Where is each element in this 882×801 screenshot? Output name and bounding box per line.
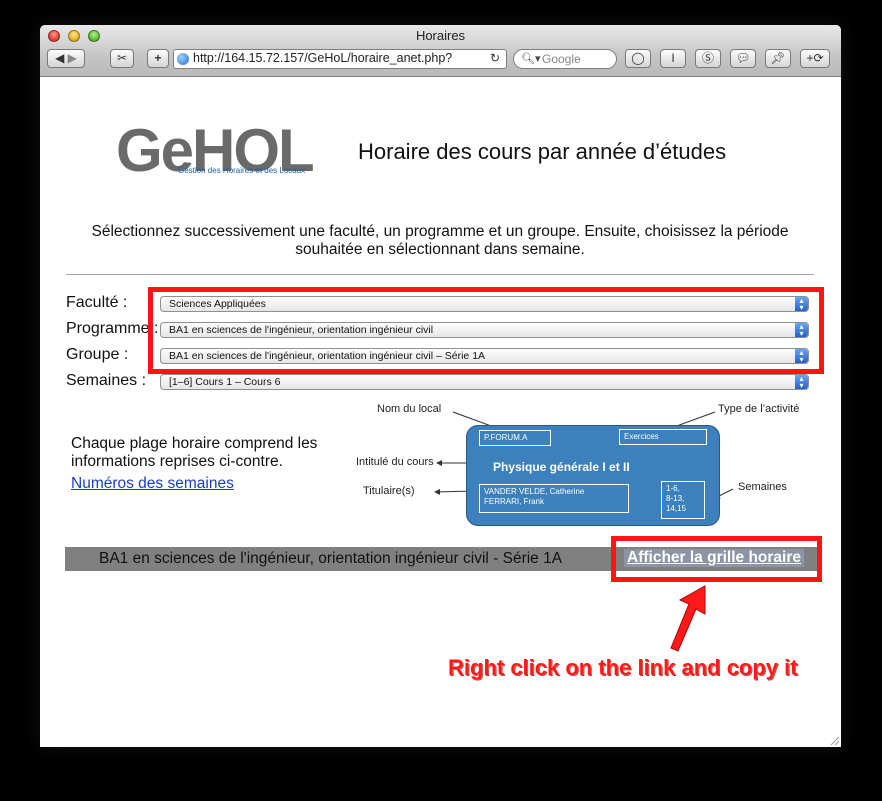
gehol-logo: GeHOL Gestion des Horaires et des Locaux: [116, 120, 316, 182]
logo-subtitle: Gestion des Horaires et des Locaux: [178, 166, 306, 175]
sample-local: P.FORUM.A: [479, 430, 551, 446]
globe-icon: [177, 53, 189, 65]
label-intitule: Intitulé du cours: [356, 456, 434, 468]
bookmarklet-o-icon: ◯: [631, 51, 645, 65]
add-bookmark-icon: +: [154, 51, 162, 65]
resize-grip-icon[interactable]: [829, 735, 839, 745]
bookmarklet-o-button[interactable]: ◯: [625, 49, 651, 68]
highlight-box-link: [611, 536, 822, 582]
page-content: GeHOL Gestion des Horaires et des Locaux…: [40, 77, 841, 747]
search-placeholder: Google: [542, 52, 581, 66]
groupe-label: Groupe :: [66, 346, 129, 363]
sample-teachers: VANDER VELDE, Catherine FERRARI, Frank: [479, 484, 629, 513]
highlight-box-selects: [148, 287, 824, 374]
sample-teacher-2: FERRARI, Frank: [484, 497, 545, 506]
search-field[interactable]: 🔍︎▾ Google: [513, 49, 617, 69]
timeslot-legend-diagram: Nom du local Type de l’activité Intitulé…: [353, 403, 813, 529]
snippet-icon: ✂: [116, 51, 128, 65]
annotation-text: Right click on the link and copy it: [448, 655, 798, 680]
weeks-numbers-link[interactable]: Numéros des semaines: [71, 475, 234, 493]
selected-group-text: BA1 en sciences de l'ingénieur, orientat…: [99, 550, 563, 567]
forward-icon[interactable]: ▶: [68, 51, 77, 65]
page-title: Horaire des cours par année d’études: [358, 139, 727, 164]
red-arrow-icon: [670, 585, 706, 652]
sample-activity-type: Exercices: [619, 429, 707, 445]
sample-teacher-1: VANDER VELDE, Catherine: [484, 487, 585, 496]
browser-window: Horaires ◀ ▶ ✂ + http://164.15.72.157/Ge…: [40, 25, 841, 747]
semaines-label: Semaines :: [66, 372, 147, 389]
pin-button[interactable]: 📌︎: [765, 49, 791, 68]
back-forward-buttons[interactable]: ◀ ▶: [47, 49, 85, 68]
semaines-select[interactable]: [1–6] Cours 1 – Cours 6 ▴ ▾: [160, 374, 809, 390]
label-type-activite: Type de l’activité: [718, 403, 800, 415]
bookmarklet-add-icon: +⟳: [806, 51, 824, 65]
faculte-label: Faculté :: [66, 294, 128, 311]
info-line-2: informations reprises ci-contre.: [71, 453, 283, 470]
back-icon[interactable]: ◀: [55, 51, 64, 65]
bookmarklet-chat-button[interactable]: 💬︎: [730, 49, 756, 68]
info-text: Chaque plage horaire comprend les inform…: [71, 435, 317, 471]
sample-weeks: 1-6, 8-13, 14,15: [661, 481, 705, 519]
add-bookmark-button[interactable]: +: [147, 49, 169, 68]
label-titulaires: Titulaire(s): [363, 485, 415, 497]
snippet-button[interactable]: ✂: [110, 49, 134, 68]
reload-icon[interactable]: ↻: [490, 51, 500, 65]
title-bar: Horaires ◀ ▶ ✂ + http://164.15.72.157/Ge…: [40, 25, 841, 77]
bookmarklet-s-button[interactable]: Ⓢ: [695, 49, 721, 68]
pin-icon: 📌︎: [770, 51, 786, 65]
sample-weeks-2: 8-13,: [666, 494, 685, 503]
programme-label: Programme :: [66, 320, 159, 337]
label-semaines: Semaines: [738, 481, 787, 493]
chevron-updown-icon: ▴ ▾: [795, 375, 808, 389]
sample-timeslot: P.FORUM.A Exercices Physique générale I …: [466, 425, 720, 526]
search-icon[interactable]: 🔍︎▾: [521, 52, 541, 65]
sample-weeks-1: 1-6,: [666, 484, 680, 493]
semaines-value: [1–6] Cours 1 – Cours 6: [169, 376, 281, 388]
label-nom-local: Nom du local: [377, 403, 442, 415]
address-bar[interactable]: http://164.15.72.157/GeHoL/horaire_anet.…: [173, 49, 507, 69]
intro-text: Sélectionnez successivement une faculté,…: [91, 223, 789, 258]
url-text[interactable]: http://164.15.72.157/GeHoL/horaire_anet.…: [193, 51, 452, 65]
bookmarklet-chat-icon: 💬︎: [735, 51, 751, 65]
sample-weeks-3: 14,15: [666, 504, 687, 513]
divider: [66, 274, 814, 275]
bookmarklet-i-icon: I: [671, 51, 675, 65]
sample-course-title: Physique générale I et II: [493, 460, 630, 474]
bookmarklet-add-button[interactable]: +⟳: [800, 49, 830, 68]
info-line-1: Chaque plage horaire comprend les: [71, 435, 318, 452]
bookmarklet-i-button[interactable]: I: [660, 49, 686, 68]
bookmarklet-s-icon: Ⓢ: [701, 51, 714, 65]
window-title: Horaires: [415, 28, 466, 43]
